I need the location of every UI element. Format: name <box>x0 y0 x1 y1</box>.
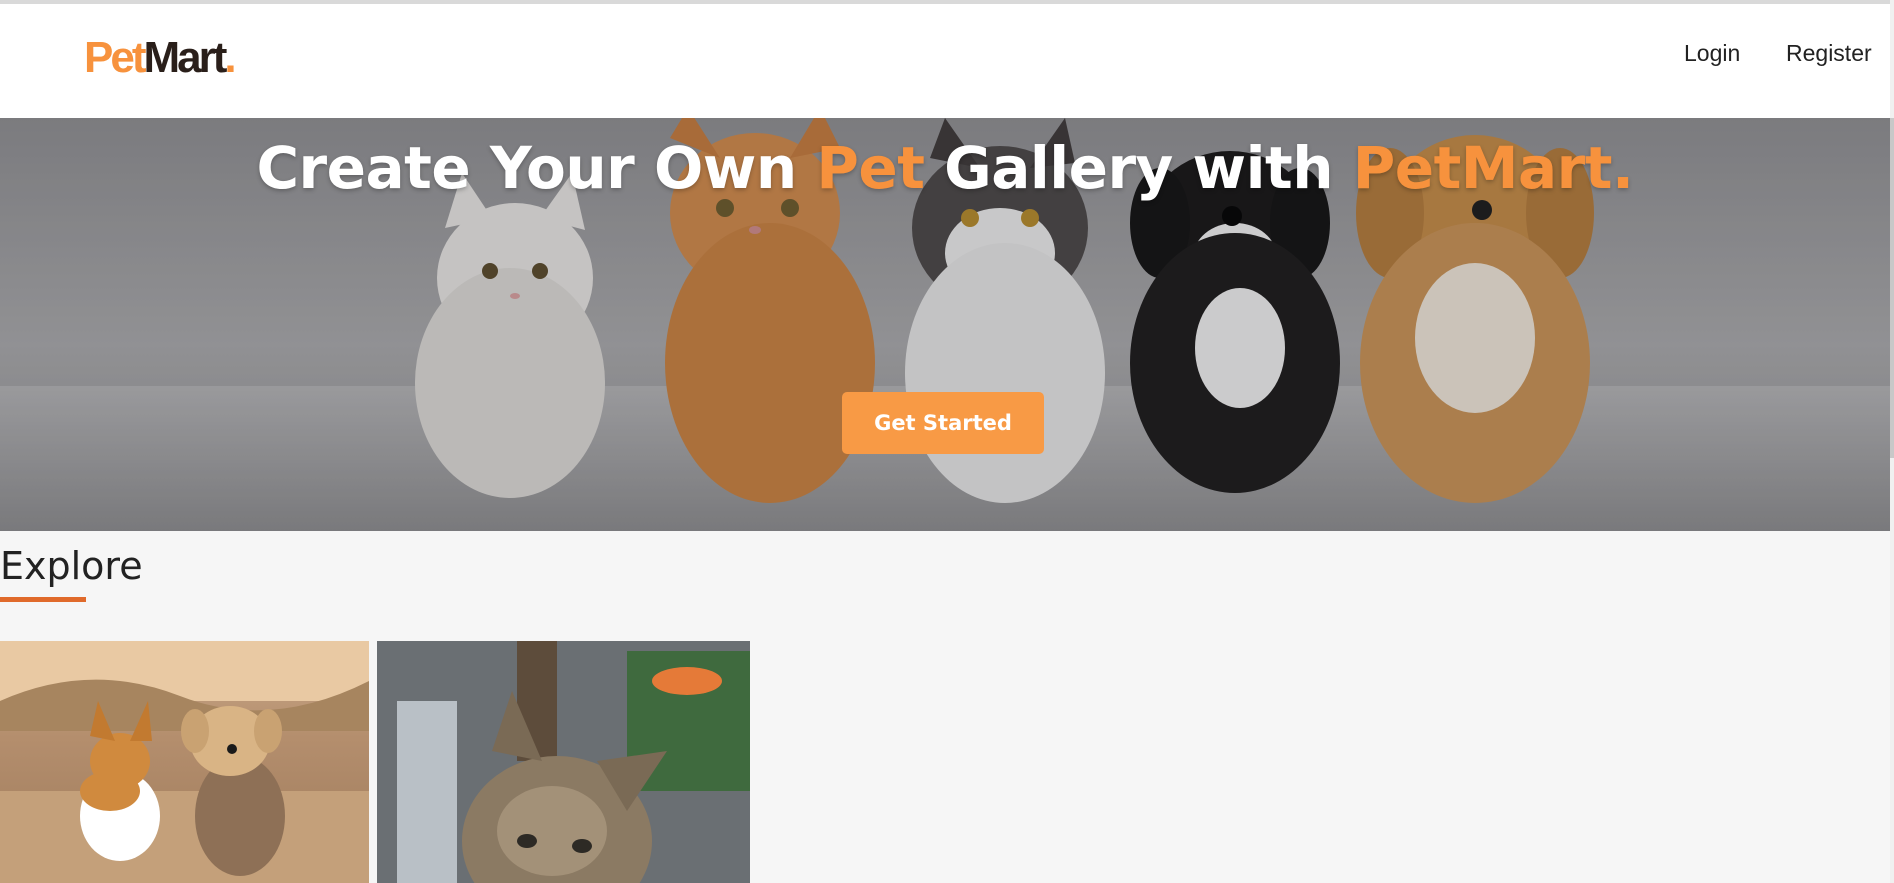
explore-underline <box>0 597 86 602</box>
hero-title-accent-pet: Pet <box>816 134 925 202</box>
kitten-photo <box>377 641 750 883</box>
login-link[interactable]: Login <box>1684 40 1740 67</box>
gallery-card-dogs[interactable] <box>0 641 369 883</box>
navbar: PetMart. Login Register <box>0 4 1890 119</box>
logo-pet-text: Pet <box>84 33 147 82</box>
scrollbar-thumb[interactable] <box>1890 118 1894 458</box>
explore-heading: Explore <box>0 544 143 588</box>
hero-title-part1: Create Your Own <box>256 134 817 202</box>
register-link[interactable]: Register <box>1786 40 1872 67</box>
logo-mart-text: Mart <box>143 33 227 82</box>
logo-dot: . <box>224 33 236 82</box>
hero-banner: Create Your Own Pet Gallery with PetMart… <box>0 118 1890 531</box>
gallery-card-kitten[interactable] <box>377 641 750 883</box>
petmart-logo[interactable]: PetMart. <box>84 32 237 84</box>
hero-title: Create Your Own Pet Gallery with PetMart… <box>0 134 1890 202</box>
hero-title-part2: Gallery with <box>924 134 1353 202</box>
dogs-photo <box>0 641 369 883</box>
get-started-button[interactable]: Get Started <box>842 392 1044 454</box>
hero-title-accent-petmart: PetMart. <box>1352 134 1634 202</box>
